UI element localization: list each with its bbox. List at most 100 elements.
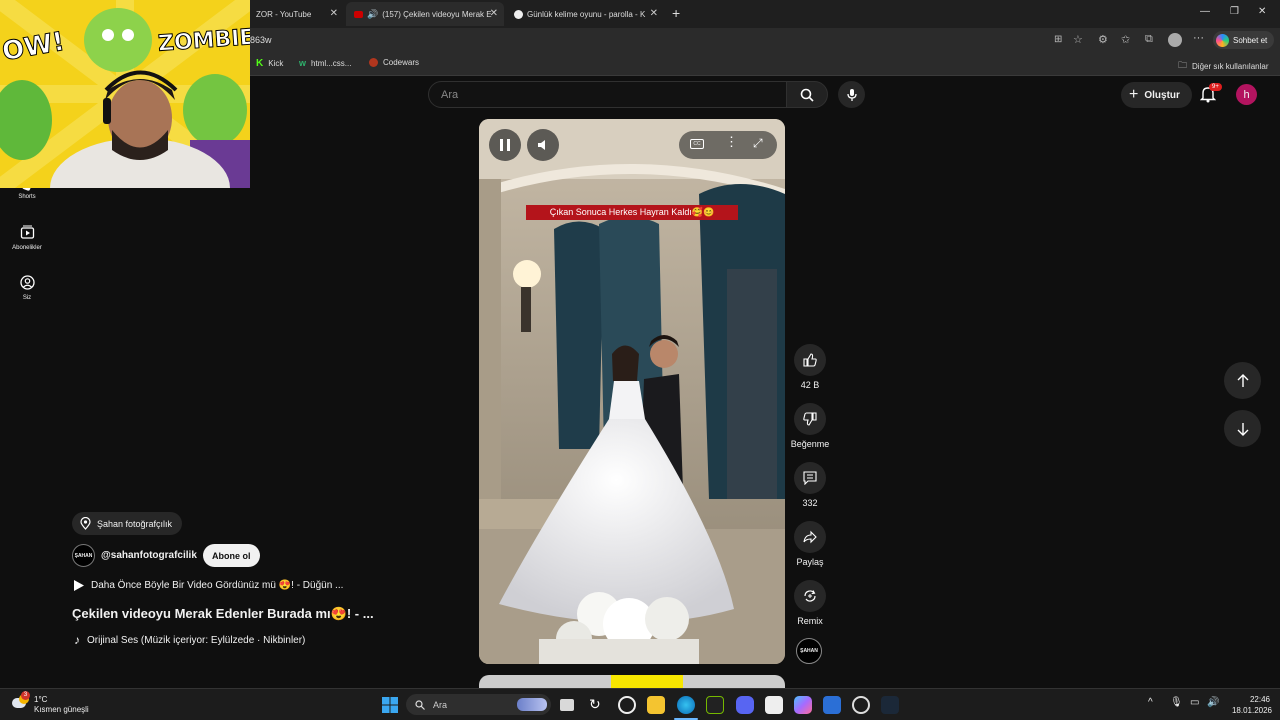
video-frame-image [479, 119, 785, 664]
collections-icon[interactable]: ⧉ [1145, 33, 1153, 46]
next-short-button[interactable] [1224, 410, 1261, 447]
extension-icon[interactable]: ⚙ [1098, 33, 1108, 46]
app-icon[interactable]: ↻ [589, 696, 607, 714]
profile-avatar[interactable] [1168, 33, 1182, 47]
search-input[interactable]: Ara [428, 81, 788, 108]
playlist-link[interactable]: Daha Önce Böyle Bir Video Gördünüz mü 😍!… [74, 580, 343, 591]
search-button[interactable] [786, 81, 828, 108]
share-label: Paylaş [796, 557, 824, 567]
edge-browser-icon[interactable] [677, 696, 695, 714]
taskbar-search[interactable]: Ara [406, 694, 551, 715]
comment-count: 332 [802, 498, 818, 508]
you-icon [19, 275, 35, 290]
microphone-icon[interactable]: 🎙 [1170, 697, 1183, 708]
minimize-icon[interactable]: — [1200, 6, 1210, 17]
copilot-chat-button[interactable]: Sohbet et [1213, 31, 1275, 49]
notifications-button[interactable]: 9+ [1199, 83, 1222, 108]
favorites-icon[interactable]: ✩ [1121, 33, 1130, 46]
new-tab-plus-icon[interactable]: + [672, 5, 680, 21]
remix-button[interactable]: Remix [790, 580, 830, 626]
channel-avatar[interactable]: ŞAHAN [72, 544, 95, 567]
site-favicon-icon [514, 9, 523, 19]
tab-youtube-zor[interactable]: ZOR - YouTube ✕ [248, 2, 344, 26]
playlist-title: Daha Önce Böyle Bir Video Gördünüz mü 😍!… [91, 580, 344, 591]
create-button[interactable]: + Oluştur [1121, 82, 1192, 108]
close-icon[interactable]: ✕ [490, 8, 498, 19]
tab-title: (157) Çekilen videoyu Merak E [382, 9, 492, 19]
short-title: Çekilen videoyu Merak Edenler Burada mı😍… [72, 606, 374, 621]
app-icon[interactable] [765, 696, 783, 714]
show-hidden-icons-chevron-icon[interactable]: ^ [1148, 697, 1153, 708]
bookmark-kick[interactable]: K Kick [256, 58, 283, 69]
sidebar-item-subscriptions[interactable]: Abonelikler [0, 225, 54, 251]
dislike-label: Beğenme [790, 439, 830, 449]
search-icon [415, 699, 425, 710]
notification-count-badge: 9+ [1209, 83, 1222, 91]
comments-button[interactable]: 332 [790, 462, 830, 508]
bookmark-other-folder[interactable]: 🗀 Diğer sık kullanılanlar [1178, 58, 1269, 74]
voice-search-button[interactable] [838, 81, 865, 108]
discord-icon[interactable] [736, 696, 754, 714]
bookmark-label: Codewars [383, 58, 420, 67]
codewars-icon [369, 58, 378, 67]
network-icon[interactable]: ▭ [1190, 697, 1199, 708]
app-icon[interactable] [823, 696, 841, 714]
sidebar-item-you[interactable]: Siz [0, 275, 54, 301]
sidebar-item-label: Shorts [18, 194, 36, 200]
favorite-star-icon[interactable]: ☆ [1073, 33, 1083, 46]
pause-button[interactable] [489, 129, 521, 161]
close-icon[interactable]: ✕ [650, 8, 658, 19]
channel-avatar-small[interactable]: ŞAHAN [796, 638, 822, 664]
captions-icon[interactable]: CC [690, 139, 704, 149]
audio-link[interactable]: ♪ Orijinal Ses (Müzik içeriyor: Eylülzed… [74, 633, 305, 647]
folder-icon: 🗀 [1178, 60, 1188, 70]
chatgpt-icon[interactable] [618, 696, 636, 714]
short-video-player[interactable]: Çıkan Sonuca Herkes Hayran Kaldı🥰😊 CC ⋮ … [479, 119, 785, 664]
plus-icon: + [1129, 86, 1139, 103]
weather-temperature[interactable]: 1°C [34, 695, 47, 704]
bookmark-html-css[interactable]: w html...css... [299, 58, 351, 68]
tab-current-video[interactable]: 🔊 (157) Çekilen videoyu Merak E ✕ [346, 2, 504, 26]
like-button[interactable]: 42 B [790, 344, 830, 390]
clock-date[interactable]: 18.01.2026 [1222, 706, 1272, 715]
weather-description[interactable]: Kısmen güneşli [34, 705, 89, 714]
speaker-icon[interactable]: 🔊 [367, 9, 378, 20]
share-button[interactable]: Paylaş [790, 521, 830, 567]
location-tag[interactable]: Şahan fotoğrafçılık [72, 512, 183, 535]
account-avatar[interactable]: h [1236, 84, 1257, 105]
task-view-icon[interactable] [560, 699, 574, 711]
next-short-preview[interactable] [479, 675, 785, 688]
github-icon[interactable] [852, 696, 870, 714]
weather-widget-icon[interactable]: 3 [12, 691, 30, 712]
tab-parolla[interactable]: Günlük kelime oyunu - parolla - K ✕ [506, 2, 664, 26]
app-icon[interactable]: ⊞ [1054, 34, 1062, 45]
restore-icon[interactable]: ❐ [1230, 6, 1239, 17]
bookmark-label: html...css... [311, 58, 352, 68]
tab-title: Günlük kelime oyunu - parolla - K [527, 9, 646, 19]
volume-icon[interactable]: 🔊 [1207, 697, 1219, 708]
youtube-favicon-icon [354, 10, 363, 18]
location-pin-icon [80, 517, 91, 530]
copilot-icon[interactable] [794, 696, 812, 714]
more-options-icon[interactable]: ⋮ [725, 135, 738, 149]
volume-button[interactable] [527, 129, 559, 161]
search-highlight-image [517, 698, 547, 711]
close-window-icon[interactable]: ✕ [1258, 6, 1266, 17]
file-explorer-icon[interactable] [647, 696, 665, 714]
w3-icon: w [299, 58, 307, 68]
arrow-down-icon [1237, 422, 1248, 436]
nvidia-icon[interactable] [706, 696, 724, 714]
fullscreen-icon[interactable]: ⤢ [753, 136, 763, 151]
clock-time[interactable]: 22:46 [1230, 695, 1270, 704]
dislike-button[interactable]: Beğenme [790, 403, 830, 449]
close-icon[interactable]: ✕ [330, 8, 338, 19]
channel-handle[interactable]: @sahanfotografcilik [101, 550, 197, 561]
location-label: Şahan fotoğrafçılık [97, 518, 173, 529]
url-field[interactable]: 863w [250, 35, 272, 45]
steam-icon[interactable] [881, 696, 899, 714]
windows-start-icon[interactable] [381, 696, 399, 714]
more-menu-icon[interactable]: ··· [1193, 32, 1204, 44]
previous-short-button[interactable] [1224, 362, 1261, 399]
subscribe-button[interactable]: Abone ol [203, 544, 260, 567]
bookmark-codewars[interactable]: Codewars [369, 58, 419, 67]
